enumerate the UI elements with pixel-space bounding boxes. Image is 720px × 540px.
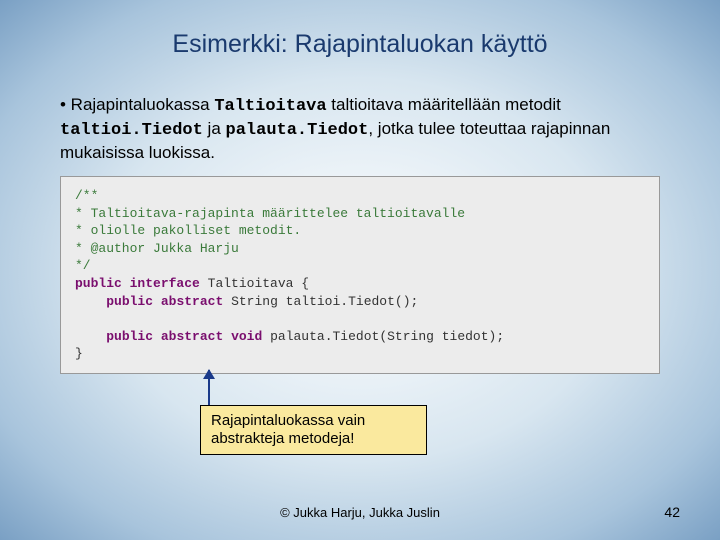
slide-title: Esimerkki: Rajapintaluokan käyttö — [0, 0, 720, 59]
comment-line: * @author Jukka Harju — [75, 240, 645, 258]
comment-line: * oliolle pakolliset metodit. — [75, 222, 645, 240]
comment-line: * Taltioitava-rajapinta määrittelee talt… — [75, 205, 645, 223]
code-inline: Taltioitava — [214, 97, 326, 116]
blank-line — [75, 310, 645, 328]
comment-line: */ — [75, 257, 645, 275]
text: • Rajapintaluokassa — [60, 95, 214, 114]
code-inline: taltioi.Tiedot — [60, 121, 203, 140]
slide-content: • Rajapintaluokassa Taltioitava taltioit… — [0, 59, 720, 374]
bullet-paragraph: • Rajapintaluokassa Taltioitava taltioit… — [60, 94, 660, 164]
keyword: abstract — [161, 294, 223, 309]
text: String taltioi.Tiedot(); — [223, 294, 418, 309]
keyword: interface — [130, 276, 200, 291]
text: Taltioitava { — [200, 276, 309, 291]
keyword: abstract — [161, 329, 223, 344]
comment-line: /** — [75, 187, 645, 205]
text: taltioitava määritellään metodit — [327, 95, 561, 114]
callout-box: Rajapintaluokassa vain abstrakteja metod… — [200, 405, 427, 455]
footer-text: © Jukka Harju, Jukka Juslin — [0, 505, 720, 520]
code-line: } — [75, 345, 645, 363]
code-line: public abstract void palauta.Tiedot(Stri… — [75, 328, 645, 346]
code-line: public abstract String taltioi.Tiedot(); — [75, 293, 645, 311]
callout-line: Rajapintaluokassa vain — [211, 412, 416, 430]
page-number: 42 — [664, 504, 680, 520]
code-block: /** * Taltioitava-rajapinta määrittelee … — [60, 176, 660, 373]
text: palauta.Tiedot(String tiedot); — [262, 329, 504, 344]
keyword: public — [106, 294, 153, 309]
code-line: public interface Taltioitava { — [75, 275, 645, 293]
keyword: public — [75, 276, 122, 291]
keyword: void — [231, 329, 262, 344]
keyword: public — [106, 329, 153, 344]
code-inline: palauta.Tiedot — [226, 121, 369, 140]
arrow-icon — [208, 370, 210, 406]
text: ja — [203, 119, 226, 138]
callout-line: abstrakteja metodeja! — [211, 430, 416, 448]
